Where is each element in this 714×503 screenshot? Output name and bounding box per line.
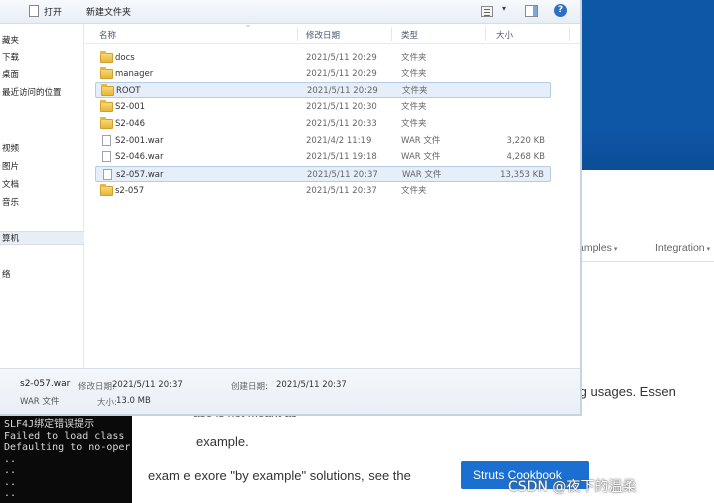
sidebar-item-music[interactable]: 音乐 [0,196,84,210]
folder-icon [101,84,114,96]
file-type: 文件夹 [401,102,427,112]
details-modified-label: 修改日期: [78,382,115,392]
explorer-toolbar: 打开 新建文件夹 ▾ ? [0,0,580,24]
sidebar-item-favorites[interactable]: 藏夹 [0,34,84,48]
file-type: 文件夹 [402,86,428,96]
sort-indicator-icon: ⌃ [245,24,251,32]
file-row-root[interactable]: ROOT 2021/5/11 20:29 文件夹 [95,82,551,98]
file-date: 2021/5/11 20:37 [306,186,377,196]
file-type: 文件夹 [401,69,427,79]
details-file-name: s2-057.war [20,379,71,389]
webpage-text-line: example. [196,434,249,449]
column-header-type[interactable]: 类型 [401,29,418,41]
sidebar-item-desktop[interactable]: 桌面 [0,68,84,82]
file-name: s2-057 [115,186,145,196]
file-type: 文件夹 [401,119,427,129]
sidebar-item-pictures[interactable]: 图片 [0,160,84,174]
file-name: manager [115,69,154,79]
chevron-down-icon[interactable]: ▾ [502,4,506,13]
sidebar-item-videos[interactable]: 视频 [0,142,84,156]
terminal-line: SLF4J绑定错误提示 [4,419,95,430]
file-date: 2021/5/11 19:18 [306,152,377,162]
sidebar-item-recent-places[interactable]: 最近访问的位置 [0,86,84,100]
file-name: S2-046.war [115,152,164,162]
column-header-date[interactable]: 修改日期 [306,29,340,41]
file-type: 文件夹 [401,186,427,196]
view-options-icon[interactable] [481,6,493,17]
details-created-label: 创建日期: [231,382,268,392]
terminal-line: Failed to load class [4,430,125,442]
details-size-label: 大小: [97,398,117,408]
file-list-header: ⌃ 名称 修改日期 类型 大小 [85,24,580,44]
column-divider[interactable] [297,27,298,41]
sidebar-item-computer[interactable]: 算机 [0,231,84,245]
file-date: 2021/5/11 20:33 [306,119,377,129]
file-type: WAR 文件 [401,152,441,162]
folder-icon [100,100,113,112]
column-divider[interactable] [391,27,392,41]
file-name: S2-001 [115,102,146,112]
file-list: ⌃ 名称 修改日期 类型 大小 docs 2021/5/11 20:29 文件夹… [85,24,580,368]
terminal-window[interactable]: SLF4J绑定错误提示 Failed to load class Default… [0,416,132,503]
file-date: 2021/5/11 20:37 [307,170,378,180]
details-file-type: WAR 文件 [20,397,60,407]
navigation-pane: 藏夹 下载 桌面 最近访问的位置 视频 图片 文档 音乐 算机 络 [0,24,84,368]
open-file-icon [29,5,39,17]
sidebar-item-downloads[interactable]: 下载 [0,51,84,65]
folder-icon [100,67,113,79]
new-folder-button[interactable]: 新建文件夹 [86,5,131,18]
webpage-text-line: exam e exore "by example" solutions, see… [148,468,411,483]
terminal-line: .. [4,453,17,465]
sidebar-item-network[interactable]: 络 [0,268,84,282]
file-row-manager[interactable]: manager 2021/5/11 20:29 文件夹 [95,66,551,82]
column-divider[interactable] [485,27,486,41]
details-modified-value: 2021/5/11 20:37 [112,380,183,390]
file-row-s2-001-war[interactable]: S2-001.war 2021/4/2 11:19 WAR 文件 3,220 K… [95,133,551,149]
preview-pane-icon[interactable] [525,5,538,17]
open-button[interactable]: 打开 [44,5,62,18]
file-date: 2021/4/2 11:19 [306,136,372,146]
file-size: 3,220 KB [506,136,545,146]
file-row-s2-001[interactable]: S2-001 2021/5/11 20:30 文件夹 [95,99,551,115]
file-date: 2021/5/11 20:29 [307,86,378,96]
column-header-name[interactable]: 名称 [99,29,116,41]
file-date: 2021/5/11 20:30 [306,102,377,112]
terminal-line: .. [4,488,17,499]
details-created-value: 2021/5/11 20:37 [276,380,347,390]
file-row-s2-057[interactable]: s2-057 2021/5/11 20:37 文件夹 [95,183,551,199]
column-divider[interactable] [569,27,570,41]
column-header-size[interactable]: 大小 [496,29,513,41]
file-type: 文件夹 [401,53,427,63]
file-row-s2-046-war[interactable]: S2-046.war 2021/5/11 19:18 WAR 文件 4,268 … [95,149,551,165]
file-size: 4,268 KB [506,152,545,162]
file-type: WAR 文件 [402,170,442,180]
sidebar-item-documents[interactable]: 文档 [0,178,84,192]
help-icon[interactable]: ? [554,4,567,17]
csdn-watermark: CSDN @夜下的温柔 [508,479,637,495]
file-size: 13,353 KB [500,170,544,180]
war-file-icon [103,169,112,180]
details-pane: s2-057.war WAR 文件 修改日期: 2021/5/11 20:37 … [0,368,580,414]
terminal-line: .. [4,476,17,488]
file-row-s2-057-war[interactable]: s2-057.war 2021/5/11 20:37 WAR 文件 13,353… [95,166,551,182]
terminal-line: Defaulting to no-oper [4,442,131,453]
terminal-line: .. [4,465,17,476]
file-name: s2-057.war [116,170,164,180]
file-name: docs [115,53,135,63]
folder-icon [100,117,113,129]
file-row-s2-046[interactable]: S2-046 2021/5/11 20:33 文件夹 [95,116,551,132]
file-row-docs[interactable]: docs 2021/5/11 20:29 文件夹 [95,50,551,66]
war-file-icon [102,135,111,146]
file-date: 2021/5/11 20:29 [306,69,377,79]
file-name: S2-046 [115,119,146,129]
war-file-icon [102,151,111,162]
folder-icon [100,51,113,63]
file-name: S2-001.war [115,136,164,146]
file-date: 2021/5/11 20:29 [306,53,377,63]
file-type: WAR 文件 [401,136,441,146]
folder-icon [100,184,113,196]
details-size-value: 13.0 MB [116,396,151,406]
file-explorer-window: 打开 新建文件夹 ▾ ? 藏夹 下载 桌面 最近访问的位置 视频 图片 文档 音… [0,0,582,416]
file-name: ROOT [116,86,141,96]
